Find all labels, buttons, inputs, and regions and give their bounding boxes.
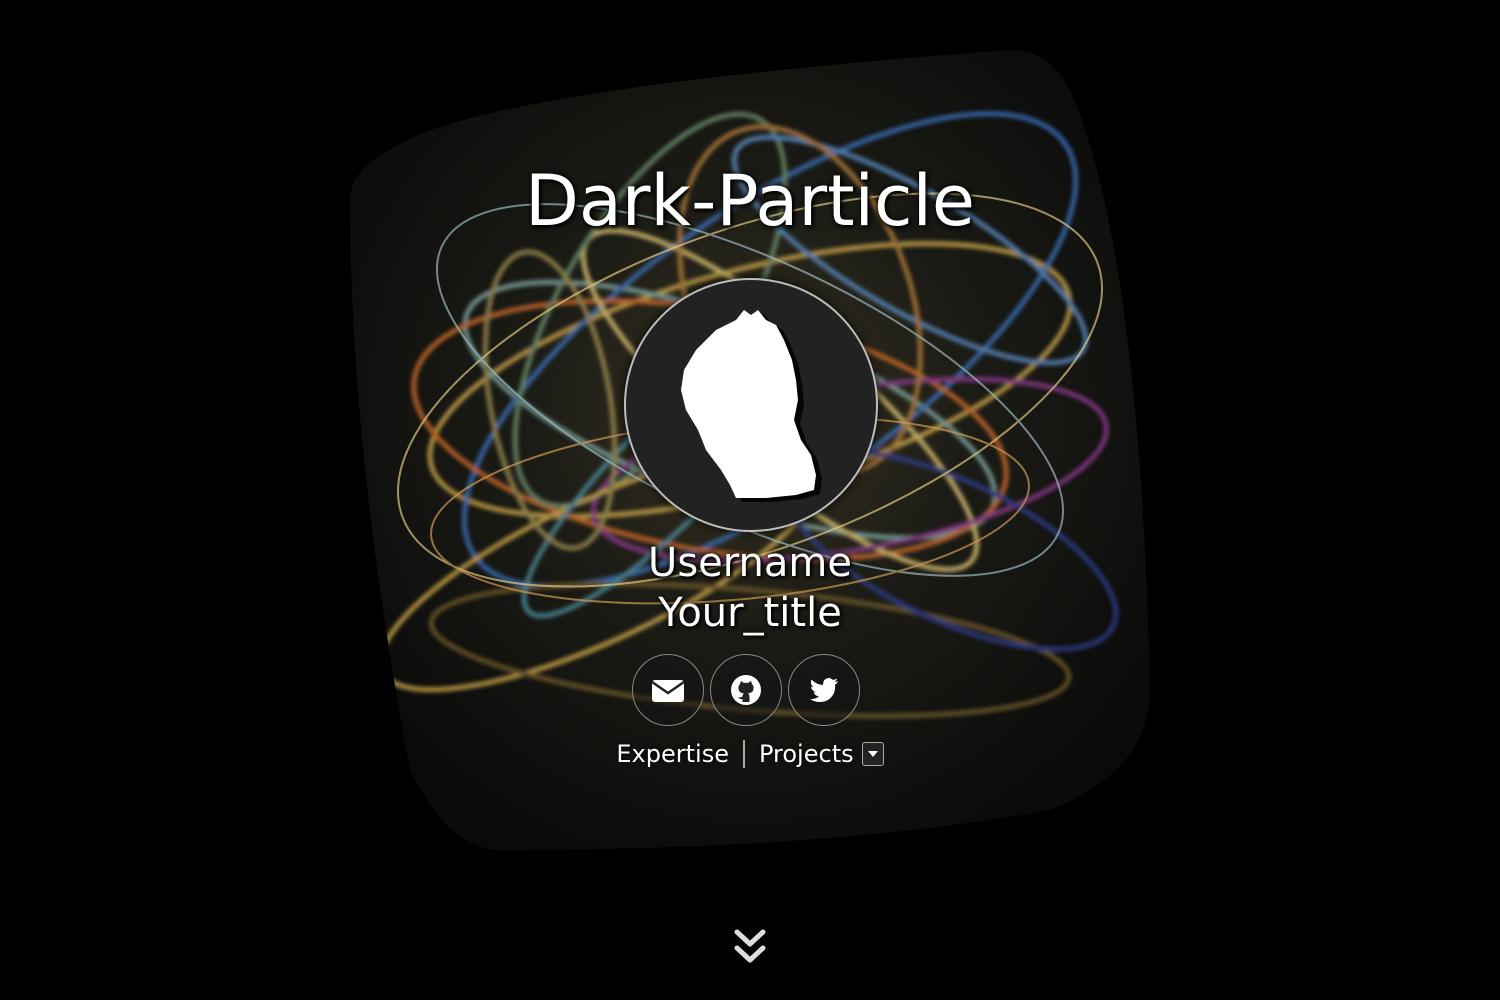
envelope-icon xyxy=(651,680,685,702)
twitter-button[interactable] xyxy=(788,654,860,726)
profile-silhouette-icon xyxy=(681,310,822,502)
profile-title: Your_title xyxy=(658,590,842,636)
page: Dark-Particle Username Your_title Expert… xyxy=(0,0,1500,1000)
expertise-link[interactable]: Expertise xyxy=(616,740,729,768)
profile-username: Username xyxy=(648,540,852,586)
nav-links: Expertise Projects xyxy=(0,740,1500,768)
social-links xyxy=(632,654,872,728)
double-chevron-down-icon xyxy=(734,929,766,963)
projects-dropdown-toggle[interactable] xyxy=(861,742,884,766)
caret-down-icon xyxy=(867,751,878,757)
nav-divider xyxy=(742,740,745,768)
page-title: Dark-Particle xyxy=(524,160,975,242)
scroll-down-button[interactable] xyxy=(733,928,767,968)
twitter-icon xyxy=(810,678,838,702)
github-icon xyxy=(731,675,761,705)
email-button[interactable] xyxy=(632,654,704,726)
projects-link[interactable]: Projects xyxy=(759,740,854,768)
avatar xyxy=(624,278,878,532)
github-button[interactable] xyxy=(710,654,782,726)
